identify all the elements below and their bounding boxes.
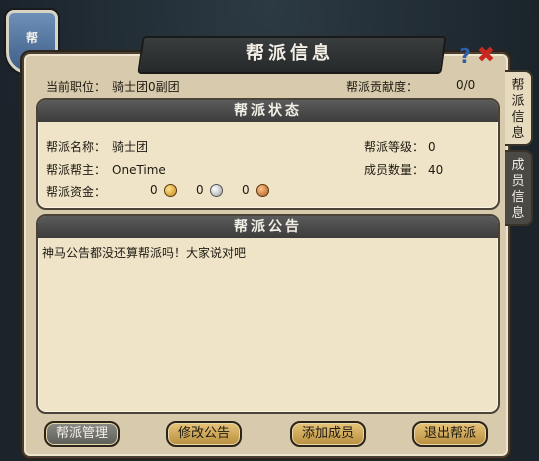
funds-copper: 0 [242, 183, 269, 197]
guild-level-value: 0 [428, 140, 436, 154]
member-count-value: 40 [428, 163, 444, 177]
member-count-row: 成员数量： 40 [364, 161, 443, 178]
funds-silver-value: 0 [196, 183, 204, 197]
silver-coin-icon [209, 184, 223, 197]
tab-guild-info-label: 帮派信息 [511, 78, 525, 141]
contribution-label: 帮派贡献度： [346, 80, 419, 94]
guild-name-label: 帮派名称： [46, 140, 107, 154]
guild-level-row: 帮派等级： 0 [364, 138, 436, 155]
guild-leader-value: OneTime [112, 163, 166, 177]
current-position: 当前职位： 骑士团0副团 [46, 78, 180, 95]
tab-guild-info[interactable]: 帮派信息 [505, 70, 533, 146]
funds-gold-value: 0 [150, 183, 158, 197]
guild-status-section: 帮派状态 帮派名称： 骑士团 帮派帮主： OneTime 帮派资金： 0 0 0 帮… [36, 98, 500, 210]
announcement-text: 神马公告都没还算帮派吗！大家说对吧 [42, 246, 247, 260]
guild-name-row: 帮派名称： 骑士团 [46, 138, 148, 155]
guild-announcement-section: 帮派公告 神马公告都没还算帮派吗！大家说对吧 [36, 214, 500, 414]
funds-gold: 0 [150, 183, 177, 197]
edit-notice-button[interactable]: 修改公告 [166, 421, 242, 447]
close-x-icon[interactable]: ✖ [476, 45, 496, 67]
tab-member-info-label: 成员信息 [511, 158, 525, 221]
guild-manage-button[interactable]: 帮派管理 [44, 421, 120, 447]
tab-member-info[interactable]: 成员信息 [505, 150, 533, 226]
question-mark-icon[interactable]: ? [456, 46, 474, 66]
position-value: 骑士团0副团 [112, 80, 180, 94]
funds-copper-value: 0 [242, 183, 250, 197]
gold-coin-icon [163, 184, 177, 197]
guild-leader-label: 帮派帮主： [46, 163, 107, 177]
guild-announcement-heading: 帮派公告 [38, 216, 498, 238]
window-title: 帮派信息 [246, 43, 334, 64]
guild-leader-row: 帮派帮主： OneTime [46, 161, 166, 178]
emblem-glyph: 帮 [25, 31, 38, 45]
guild-name-value: 骑士团 [112, 140, 149, 154]
guild-funds-label: 帮派资金： [46, 185, 107, 199]
position-label: 当前职位： [46, 80, 107, 94]
guild-status-heading: 帮派状态 [38, 100, 498, 122]
add-member-button[interactable]: 添加成员 [290, 421, 366, 447]
funds-silver: 0 [196, 183, 223, 197]
guild-level-label: 帮派等级： [364, 140, 425, 154]
member-count-label: 成员数量： [364, 163, 425, 177]
copper-coin-icon [255, 184, 269, 197]
leave-guild-button[interactable]: 退出帮派 [412, 421, 488, 447]
contribution-value: 0/0 [456, 78, 476, 92]
